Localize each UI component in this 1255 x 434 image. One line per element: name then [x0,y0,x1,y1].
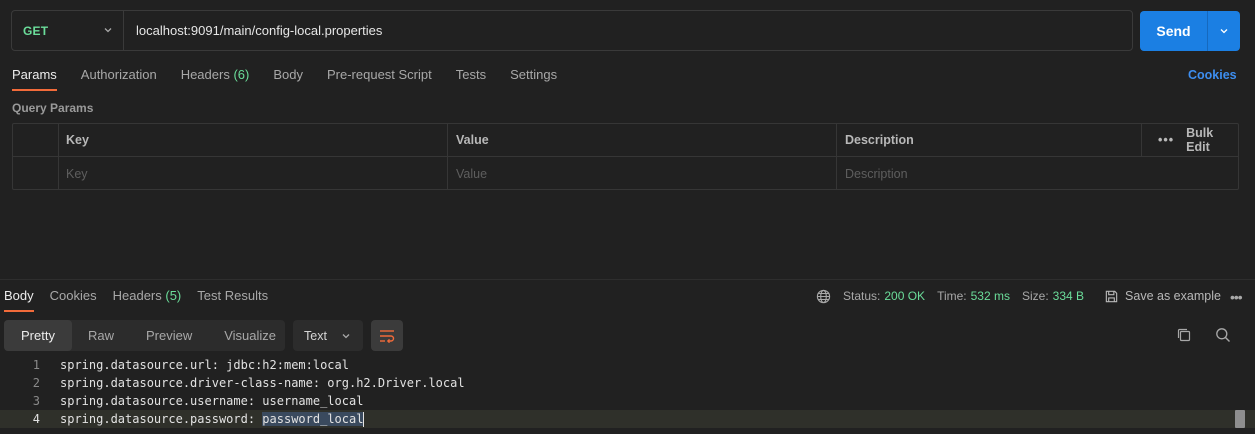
save-label: Save as example [1125,289,1221,303]
line-content: spring.datasource.url: jdbc:h2:mem:local [60,358,349,372]
tab-label: Params [12,67,57,82]
line-content: spring.datasource.password: password_loc… [40,410,365,428]
tab-label: Cookies [49,288,97,303]
table-row: Key Value Description [13,157,1238,190]
more-icon: ••• [1158,133,1175,147]
scrollbar-thumb[interactable] [1235,410,1245,428]
query-params-title: Query Params [12,101,94,115]
code-line: 2 spring.datasource.driver-class-name: o… [0,374,1255,392]
size-value[interactable]: 334 B [1053,289,1084,303]
tab-tests[interactable]: Tests [456,67,486,91]
request-tabs: Params Authorization Headers (6) Body Pr… [12,67,581,91]
tab-response-headers[interactable]: Headers (5) [113,288,182,312]
status-label: Status: [843,289,881,303]
tab-response-body[interactable]: Body [4,288,34,312]
description-input[interactable]: Description [837,157,1237,190]
tab-label: Tests [455,67,487,82]
save-as-example-button[interactable]: Save as example [1104,289,1221,304]
table-header-row: Key Value Description ••• Bulk Edit [13,124,1238,157]
more-options-icon[interactable]: ••• [1230,289,1243,305]
send-button[interactable]: Send [1140,11,1240,51]
code-line: 1 spring.datasource.url: jdbc:h2:mem:loc… [0,356,1255,374]
bulk-edit-button[interactable]: ••• Bulk Edit [1150,124,1238,156]
code-line: 3 spring.datasource.username: username_l… [0,392,1255,410]
send-options-button[interactable] [1208,26,1240,36]
search-icon[interactable] [1215,327,1231,343]
tab-params[interactable]: Params [12,67,57,91]
url-bar: GET localhost:9091/main/config-local.pro… [11,10,1133,51]
wrap-lines-icon [380,329,395,343]
status-value[interactable]: 200 OK [884,289,925,303]
method-label: GET [23,23,49,38]
time-label: Time: [937,289,967,303]
tab-headers[interactable]: Headers (6) [181,67,250,91]
time-value[interactable]: 532 ms [971,289,1010,303]
tab-label: Test Results [197,288,269,303]
globe-icon[interactable] [816,289,831,304]
tab-test-results[interactable]: Test Results [197,288,268,312]
value-input[interactable]: Value [448,157,836,190]
line-content: spring.datasource.username: username_loc… [60,394,364,408]
tab-pre-request-script[interactable]: Pre-request Script [327,67,432,91]
pane-divider[interactable] [0,279,1255,280]
selected-text: password_local [262,412,364,426]
line-content: spring.datasource.driver-class-name: org… [60,376,465,390]
line-number: 1 [32,358,40,372]
tab-label: Body [273,67,303,82]
chevron-down-icon [104,28,112,33]
tab-label: Pre-request Script [326,67,432,82]
tab-label: Headers [112,288,162,303]
tab-label: Headers [180,67,230,82]
format-select[interactable]: Text [293,320,363,351]
tab-label: Body [4,288,34,303]
tab-body[interactable]: Body [273,67,303,91]
view-pretty[interactable]: Pretty [4,320,72,351]
method-select[interactable]: GET [12,11,124,50]
line-number: 2 [32,376,40,390]
text-cursor [363,412,365,427]
tab-response-cookies[interactable]: Cookies [50,288,97,312]
query-params-table: Key Value Description ••• Bulk Edit Key … [12,123,1239,190]
column-key: Key [66,133,89,147]
tab-label: Settings [510,67,558,82]
save-icon [1105,290,1118,302]
chevron-down-icon [342,333,350,338]
chevron-down-icon [1220,29,1228,34]
tab-label: Authorization [80,67,157,82]
column-value: Value [456,133,489,147]
view-raw[interactable]: Raw [72,320,130,351]
format-label: Text [304,328,327,343]
key-input[interactable]: Key [58,157,447,190]
cookies-link[interactable]: Cookies [1188,68,1237,82]
response-status: Status: 200 OK Time: 532 ms Size: 334 B … [816,288,1221,304]
line-number: 3 [32,394,40,408]
tab-settings[interactable]: Settings [510,67,557,91]
tab-authorization[interactable]: Authorization [81,67,157,91]
view-preview[interactable]: Preview [130,320,208,351]
line-number: 4 [32,412,40,426]
copy-icon[interactable] [1176,327,1192,343]
line-text: spring.datasource.password: [60,412,263,426]
size-label: Size: [1021,289,1049,303]
wrap-lines-button[interactable] [371,320,403,351]
response-tabs: Body Cookies Headers (5) Test Results [4,288,284,312]
column-description: Description [845,133,914,147]
view-mode-selector: Pretty Raw Preview Visualize [4,320,285,351]
view-visualize[interactable]: Visualize [208,320,292,351]
response-body-code[interactable]: 1 spring.datasource.url: jdbc:h2:mem:loc… [0,356,1255,428]
bulk-edit-label: Bulk Edit [1186,126,1214,154]
send-label: Send [1156,23,1191,39]
headers-count: (6) [233,67,250,82]
code-line-current: 4 spring.datasource.password: password_l… [0,410,1255,428]
response-headers-count: (5) [165,288,182,303]
url-input[interactable]: localhost:9091/main/config-local.propert… [124,23,382,38]
